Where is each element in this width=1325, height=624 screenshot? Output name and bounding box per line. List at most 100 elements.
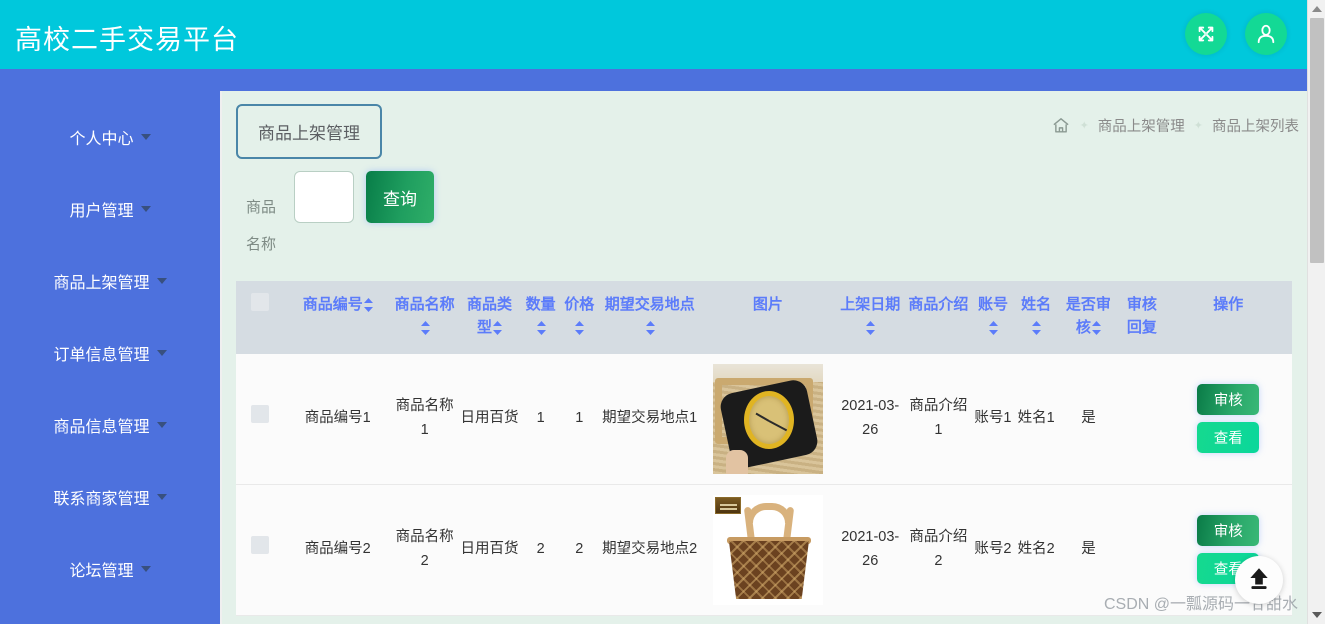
scrollbar-thumb[interactable] — [1310, 18, 1324, 263]
fullscreen-icon — [1195, 23, 1217, 45]
sort-icon[interactable] — [575, 321, 585, 336]
cell-product-type: 日用百货 — [457, 484, 522, 616]
th-listing-date[interactable]: 上架日期 — [834, 281, 906, 354]
chevron-down-icon — [156, 278, 167, 284]
home-icon[interactable] — [1051, 116, 1071, 135]
sort-icon[interactable] — [1091, 321, 1101, 336]
select-all-checkbox[interactable] — [250, 293, 269, 311]
audit-button[interactable]: 审核 — [1197, 515, 1260, 546]
sidebar-item-personal-center[interactable]: 个人中心 — [0, 101, 220, 173]
cell-product-type: 日用百货 — [457, 353, 522, 485]
cell-price: 2 — [559, 484, 599, 616]
arrow-up-icon — [1246, 565, 1272, 596]
cell-trade-place: 期望交易地点2 — [598, 484, 701, 616]
th-price[interactable]: 价格 — [559, 281, 599, 354]
sidebar-item-user-management[interactable]: 用户管理 — [0, 173, 220, 245]
page-scrollbar[interactable] — [1307, 0, 1325, 624]
sort-icon[interactable] — [988, 321, 998, 336]
sort-icon[interactable] — [363, 298, 373, 313]
cell-image[interactable] — [700, 353, 835, 485]
th-username[interactable]: 姓名 — [1014, 281, 1058, 354]
back-to-top-button[interactable] — [1235, 556, 1283, 604]
product-thumbnail-watch[interactable] — [712, 363, 823, 474]
query-button[interactable]: 查询 — [366, 171, 434, 223]
chevron-down-icon — [140, 566, 151, 572]
sidebar-nav: 个人中心 用户管理 商品上架管理 订单信息管理 商品信息管理 联系商家管理 论坛… — [0, 69, 220, 624]
cell-product-intro: 商品介绍1 — [905, 353, 972, 485]
cell-username: 姓名1 — [1014, 353, 1058, 485]
audit-button[interactable]: 审核 — [1197, 384, 1260, 415]
sidebar-item-label: 论坛管理 — [69, 563, 134, 580]
table-body: 商品编号1 商品名称1 日用百货 1 1 期望交易地点1 2021-03-26 … — [236, 353, 1292, 616]
tab-product-listing-management[interactable]: 商品上架管理 — [236, 104, 382, 159]
product-name-search-input[interactable] — [294, 171, 354, 223]
th-operations: 操作 — [1164, 281, 1292, 354]
chevron-down-icon — [140, 206, 151, 212]
row-checkbox[interactable] — [250, 536, 269, 555]
cell-image[interactable] — [700, 484, 835, 616]
sort-icon[interactable] — [1032, 321, 1042, 336]
search-filter-row: 商品 名称 查询 — [236, 171, 1307, 281]
top-header-bar: 高校二手交易平台 — [0, 0, 1307, 69]
sort-icon[interactable] — [536, 321, 546, 336]
cell-checkbox[interactable] — [236, 353, 284, 485]
view-button[interactable]: 查看 — [1197, 422, 1260, 453]
breadcrumb-separator: ✦ — [1193, 120, 1203, 132]
sidebar-item-label: 个人中心 — [69, 131, 134, 148]
cell-product-name: 商品名称2 — [391, 484, 458, 616]
cell-account: 账号1 — [971, 353, 1015, 485]
cell-operations: 审核 查看 — [1164, 353, 1292, 485]
cell-listing-date: 2021-03-26 — [834, 353, 906, 485]
sort-icon[interactable] — [492, 321, 502, 336]
th-product-code[interactable]: 商品编号 — [283, 281, 392, 354]
breadcrumb: ✦ 商品上架管理 ✦ 商品上架列表 — [1051, 115, 1299, 136]
th-image: 图片 — [700, 281, 835, 354]
sidebar-item-contact-merchant-management[interactable]: 联系商家管理 — [0, 461, 220, 533]
sidebar-item-product-info-management[interactable]: 商品信息管理 — [0, 389, 220, 461]
row-checkbox[interactable] — [250, 405, 269, 424]
user-icon — [1255, 23, 1277, 45]
th-trade-place[interactable]: 期望交易地点 — [598, 281, 701, 354]
th-product-type[interactable]: 商品类型 — [457, 281, 522, 354]
cell-is-audited: 是 — [1057, 353, 1120, 485]
scrollbar-down-arrow[interactable] — [1308, 606, 1325, 624]
th-is-audited[interactable]: 是否审核 — [1057, 281, 1120, 354]
cell-audit-reply — [1119, 353, 1165, 485]
app-title: 高校二手交易平台 — [15, 25, 239, 55]
th-account[interactable]: 账号 — [971, 281, 1015, 354]
sidebar-item-label: 订单信息管理 — [53, 347, 150, 364]
product-thumbnail-handbag[interactable] — [712, 494, 823, 605]
th-quantity[interactable]: 数量 — [521, 281, 560, 354]
product-listing-table: 商品编号 商品名称 商品类型 数量 价格 期望交易地点 图片 上架日期 商品介绍… — [236, 281, 1292, 616]
fullscreen-button[interactable] — [1185, 13, 1227, 55]
breadcrumb-separator: ✦ — [1079, 120, 1089, 132]
triangle-up-icon — [1312, 6, 1322, 12]
breadcrumb-item-1[interactable]: 商品上架管理 — [1098, 115, 1185, 136]
header-actions — [1185, 13, 1287, 55]
triangle-down-icon — [1312, 612, 1322, 618]
table-row[interactable]: 商品编号2 商品名称2 日用百货 2 2 期望交易地点2 2021-03-26 … — [236, 484, 1292, 616]
cell-trade-place: 期望交易地点1 — [598, 353, 701, 485]
th-audit-reply: 审核回复 — [1119, 281, 1165, 354]
product-table-container: 商品编号 商品名称 商品类型 数量 价格 期望交易地点 图片 上架日期 商品介绍… — [236, 281, 1292, 616]
th-select-all[interactable] — [236, 281, 284, 354]
sidebar-item-label: 用户管理 — [69, 203, 134, 220]
search-label-line2: 名称 — [246, 236, 277, 253]
cell-quantity: 2 — [521, 484, 560, 616]
table-row[interactable]: 商品编号1 商品名称1 日用百货 1 1 期望交易地点1 2021-03-26 … — [236, 353, 1292, 485]
user-profile-button[interactable] — [1245, 13, 1287, 55]
sidebar-item-product-listing-management[interactable]: 商品上架管理 — [0, 245, 220, 317]
sidebar-item-forum-management[interactable]: 论坛管理 — [0, 533, 220, 605]
breadcrumb-item-2[interactable]: 商品上架列表 — [1212, 115, 1299, 136]
cell-product-intro: 商品介绍2 — [905, 484, 972, 616]
sidebar-item-order-info-management[interactable]: 订单信息管理 — [0, 317, 220, 389]
cell-checkbox[interactable] — [236, 484, 284, 616]
sidebar-item-label: 联系商家管理 — [53, 491, 150, 508]
sort-icon[interactable] — [420, 321, 430, 336]
sort-icon[interactable] — [866, 321, 876, 336]
chevron-down-icon — [156, 422, 167, 428]
cell-quantity: 1 — [521, 353, 560, 485]
sort-icon[interactable] — [645, 321, 655, 336]
th-product-name[interactable]: 商品名称 — [391, 281, 458, 354]
scrollbar-up-arrow[interactable] — [1308, 0, 1325, 18]
